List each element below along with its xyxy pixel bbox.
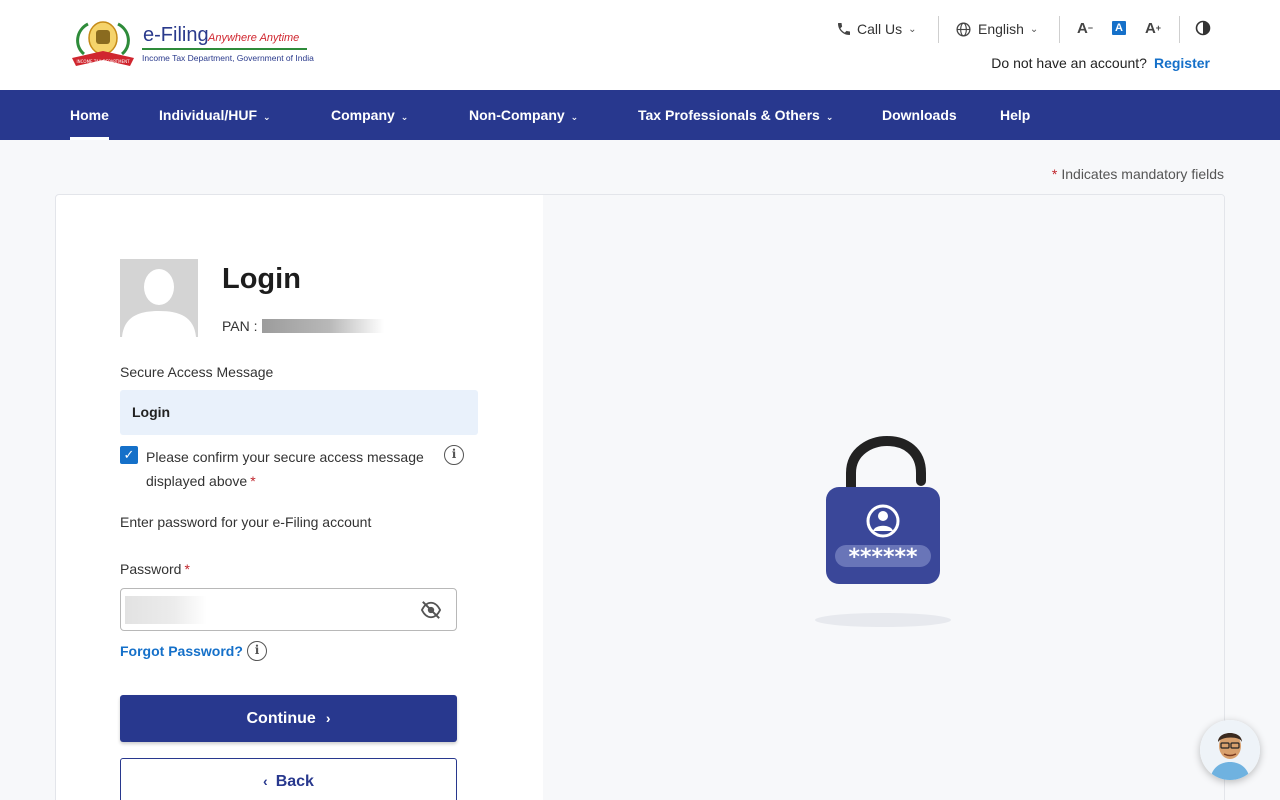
globe-icon: [956, 21, 971, 37]
info-icon[interactable]: i: [247, 641, 267, 661]
register-link[interactable]: Register: [1154, 55, 1210, 71]
nav-non-company[interactable]: Non-Company ⌄: [469, 90, 578, 140]
nav-tax-professionals[interactable]: Tax Professionals & Others ⌄: [638, 90, 833, 140]
emblem-icon: INCOME TAX DEPARTMENT: [72, 21, 134, 66]
confirm-label: Please confirm your secure access messag…: [146, 449, 424, 489]
efiling-logo[interactable]: INCOME TAX DEPARTMENT e-Filing Anywhere …: [70, 18, 314, 70]
chevron-down-icon: ⌄: [908, 23, 917, 35]
svg-text:INCOME TAX DEPARTMENT: INCOME TAX DEPARTMENT: [76, 59, 130, 64]
logo-tagline: Anywhere Anytime: [208, 32, 300, 44]
nav-help[interactable]: Help: [1000, 90, 1030, 140]
font-increase-button[interactable]: A +: [1143, 18, 1163, 38]
divider: [938, 16, 939, 43]
chevron-down-icon: ⌄: [400, 112, 409, 122]
main-nav: Home Individual/HUF ⌄ Company ⌄ Non-Compan…: [0, 90, 1280, 140]
language-dropdown[interactable]: English ⌄: [955, 16, 1038, 42]
avatar: [120, 259, 198, 337]
phone-icon: [838, 23, 850, 35]
chevron-down-icon: ⌄: [825, 112, 834, 122]
font-decrease-button[interactable]: A −: [1075, 18, 1095, 38]
chatbot-button[interactable]: [1200, 720, 1260, 780]
call-us-label: Call Us: [857, 21, 903, 37]
divider: [1179, 16, 1180, 43]
forgot-password-link[interactable]: Forgot Password?: [120, 643, 243, 659]
secure-access-message: Login: [120, 390, 478, 435]
padlock-icon: ******: [815, 435, 951, 627]
eye-off-icon[interactable]: [420, 600, 442, 620]
user-silhouette-icon: [122, 269, 196, 337]
confirm-checkbox[interactable]: ✓: [120, 446, 138, 464]
login-card: Login PAN : Secure Access Message Login …: [55, 194, 1225, 800]
chevron-right-icon: ›: [325, 710, 331, 726]
continue-button[interactable]: Continue ›: [120, 695, 457, 742]
required-star-icon: *: [184, 561, 190, 577]
required-star-icon: *: [1051, 166, 1058, 182]
nav-home[interactable]: Home: [70, 90, 109, 140]
chevron-down-icon: ⌄: [1029, 23, 1039, 35]
page-title: Login: [222, 263, 301, 295]
mandatory-note: * Indicates mandatory fields: [1051, 166, 1224, 182]
logo-divider: [142, 48, 307, 50]
enter-password-text: Enter password for your e-Filing account: [120, 514, 372, 530]
divider: [1059, 16, 1060, 43]
password-value-masked: [125, 596, 207, 624]
logo-title: e-Filing: [143, 24, 209, 46]
required-star-icon: *: [250, 473, 256, 489]
pan-value-masked: [261, 319, 384, 333]
assistant-avatar-icon: [1200, 720, 1260, 780]
password-field[interactable]: [120, 588, 457, 631]
chevron-left-icon: ‹: [263, 773, 268, 789]
language-label: English: [978, 21, 1024, 37]
pan-display: PAN :: [222, 318, 384, 334]
call-us-dropdown[interactable]: Call Us ⌄: [836, 16, 917, 42]
password-mask-text: ******: [848, 545, 918, 570]
nav-company[interactable]: Company ⌄: [331, 90, 408, 140]
chevron-down-icon: ⌄: [570, 112, 579, 122]
chevron-down-icon: ⌄: [263, 112, 271, 122]
account-prompt: Do not have an account? Register: [991, 55, 1210, 71]
nav-individual-huf[interactable]: Individual/HUF ⌄: [159, 90, 271, 140]
logo-subtitle: Income Tax Department, Government of Ind…: [142, 53, 314, 63]
password-label: Password *: [120, 561, 190, 577]
illustration-panel: ******: [543, 195, 1224, 800]
contrast-icon[interactable]: [1195, 20, 1211, 36]
back-button[interactable]: ‹ Back: [120, 758, 457, 800]
nav-downloads[interactable]: Downloads: [882, 90, 957, 140]
font-default-button[interactable]: A: [1112, 21, 1126, 35]
info-icon[interactable]: i: [444, 445, 464, 465]
site-header: INCOME TAX DEPARTMENT e-Filing Anywhere …: [0, 0, 1280, 90]
secure-access-label: Secure Access Message: [120, 364, 274, 380]
